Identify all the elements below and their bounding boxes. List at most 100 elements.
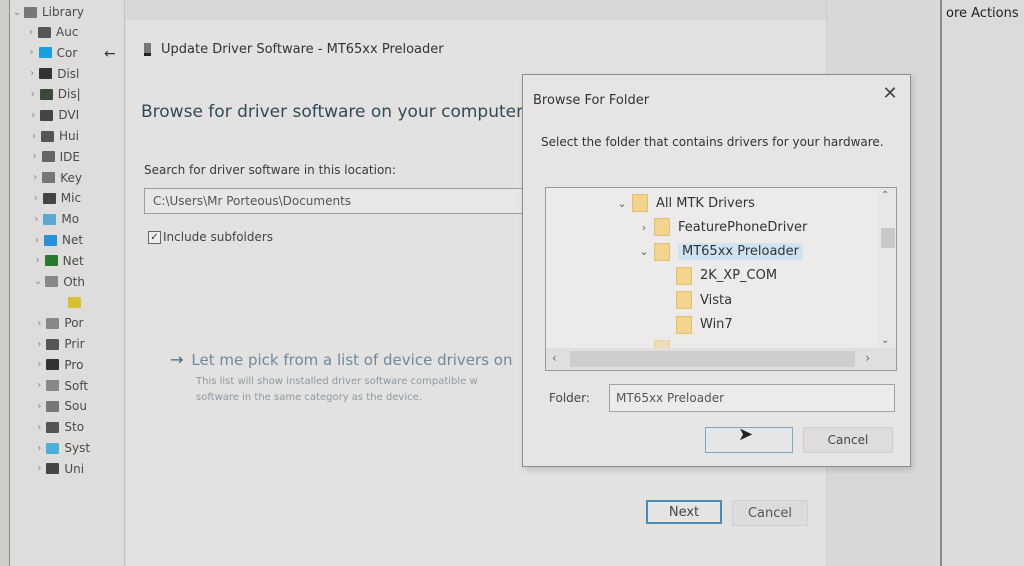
chevron-right-icon[interactable]: › — [25, 68, 39, 79]
processor-icon — [46, 359, 60, 371]
chevron-right-icon[interactable]: › — [27, 131, 41, 142]
tree-item[interactable]: › Soft — [32, 376, 88, 396]
tree-item[interactable]: › IDE — [28, 147, 80, 167]
dialog-instruction: Select the folder that contains drivers … — [541, 135, 884, 149]
folder-icon — [654, 218, 670, 237]
software-device-icon — [46, 380, 60, 392]
chevron-down-icon[interactable]: ⌄ — [31, 276, 45, 287]
tree-item[interactable]: › Dis| — [26, 84, 81, 104]
chevron-right-icon[interactable]: › — [634, 221, 654, 234]
tree-item[interactable]: › Net — [31, 251, 84, 271]
chevron-right-icon[interactable]: › — [32, 463, 46, 474]
search-location-label: Search for driver software in this locat… — [144, 163, 396, 177]
chevron-right-icon[interactable]: › — [28, 151, 42, 162]
chevron-right-icon[interactable]: › — [31, 255, 45, 266]
device-manager-tree: ⌄ Library › Auc › Cor › Disl › Dis| › DVI › Hui › IDE… — [10, 0, 125, 566]
scroll-left-icon[interactable]: ‹ — [552, 351, 557, 365]
chevron-down-icon[interactable]: ⌄ — [634, 245, 654, 258]
chevron-right-icon[interactable]: › — [25, 47, 39, 58]
vertical-scrollbar[interactable]: ⌃ ⌄ — [878, 188, 896, 348]
tree-item[interactable]: › Disl — [25, 64, 79, 84]
scrollbar-thumb[interactable] — [881, 228, 895, 248]
tree-item-label: Hui — [59, 129, 79, 143]
chevron-right-icon[interactable]: › — [32, 443, 46, 454]
tree-item[interactable]: ⌄ Oth — [31, 272, 85, 292]
chevron-right-icon[interactable]: › — [24, 27, 38, 38]
chevron-right-icon[interactable]: › — [32, 359, 46, 370]
more-actions-label[interactable]: ore Actions — [946, 6, 1019, 21]
chevron-right-icon[interactable]: › — [29, 193, 43, 204]
tree-item[interactable]: › Net — [30, 230, 83, 250]
chevron-right-icon[interactable]: › — [30, 235, 44, 246]
chevron-down-icon[interactable]: ⌄ — [612, 197, 632, 210]
folder-tree-item[interactable]: Vista — [656, 289, 732, 311]
tree-item[interactable]: › Key — [28, 168, 82, 188]
chevron-right-icon[interactable]: › — [32, 401, 46, 412]
other-devices-icon — [45, 276, 59, 288]
tree-item-label: Syst — [64, 441, 91, 455]
checkbox-checked-icon[interactable]: ✓ — [148, 230, 161, 244]
chevron-right-icon[interactable]: › — [26, 89, 40, 100]
include-subfolders-checkbox[interactable]: ✓ Include subfolders — [148, 230, 273, 244]
network-icon — [44, 255, 58, 267]
chevron-right-icon[interactable]: › — [28, 172, 42, 183]
storage-icon — [46, 421, 60, 433]
folder-input[interactable] — [609, 384, 895, 412]
hid-icon — [41, 130, 54, 142]
tree-item[interactable]: › Mic — [29, 188, 81, 208]
tree-item[interactable]: › Mo — [29, 209, 79, 229]
folder-tree[interactable]: ⌄ All MTK Drivers › FeaturePhoneDriver ⌄ MT65… — [545, 187, 897, 371]
search-location-input[interactable] — [144, 188, 534, 214]
scroll-down-icon[interactable]: ⌄ — [881, 335, 889, 346]
tree-item[interactable]: › Sou — [32, 396, 87, 416]
pick-from-list-link[interactable]: → Let me pick from a list of device driv… — [170, 350, 512, 369]
tree-item[interactable]: › Syst — [32, 438, 90, 458]
chevron-right-icon[interactable]: › — [32, 318, 46, 329]
tree-item-label: Sou — [64, 399, 87, 414]
close-icon[interactable]: ✕ — [878, 81, 902, 105]
chevron-right-icon[interactable]: › — [29, 214, 43, 225]
tree-item[interactable]: › DVI — [26, 105, 79, 125]
folder-tree-item[interactable]: 2K_XP_COM — [656, 265, 777, 287]
folder-tree-item[interactable]: ⌄ All MTK Drivers — [612, 192, 755, 214]
tree-item[interactable]: › Por — [32, 313, 83, 333]
next-button[interactable]: Next — [646, 500, 722, 524]
horizontal-scrollbar[interactable]: ‹ › — [546, 348, 896, 370]
printer-icon — [46, 338, 60, 350]
device-icon — [144, 43, 151, 56]
system-device-icon — [46, 442, 60, 454]
tree-item[interactable] — [54, 292, 86, 312]
tree-item[interactable]: › Hui — [27, 126, 79, 146]
folder-tree-item[interactable]: ⌄ MT65xx Preloader — [634, 241, 804, 263]
folder-tree-item[interactable]: Win7 — [656, 314, 733, 336]
dialog-cancel-button[interactable]: Cancel — [803, 427, 893, 453]
ide-controller-icon — [41, 151, 55, 163]
chevron-right-icon[interactable]: › — [32, 339, 46, 350]
tree-item[interactable]: › Cor — [25, 43, 78, 63]
folder-tree-item[interactable]: › FeaturePhoneDriver — [634, 216, 807, 238]
scroll-right-icon[interactable]: › — [865, 351, 870, 365]
tree-item[interactable]: › Uni — [32, 459, 84, 479]
chevron-right-icon[interactable]: › — [32, 380, 46, 391]
dvd-drive-icon — [40, 109, 54, 121]
chevron-down-icon[interactable]: ⌄ — [10, 7, 24, 18]
keyboard-icon — [42, 172, 56, 184]
tree-item-label: Por — [64, 316, 84, 331]
mouse-icon — [42, 192, 56, 204]
chevron-up-icon[interactable]: ⌃ — [806, 0, 818, 10]
tree-item[interactable]: › Prir — [32, 334, 84, 354]
tree-item[interactable]: › Pro — [32, 355, 83, 375]
tree-root-library[interactable]: ⌄ Library — [10, 2, 84, 22]
chevron-right-icon[interactable]: › — [26, 110, 40, 121]
pick-from-list-label[interactable]: Let me pick from a list of device driver… — [191, 351, 512, 369]
scrollbar-thumb[interactable] — [570, 351, 855, 367]
tree-item[interactable]: › Sto — [32, 417, 84, 437]
scroll-up-icon[interactable]: ⌃ — [881, 190, 889, 201]
chevron-right-icon[interactable]: › — [32, 422, 46, 433]
tree-item-label: Net — [62, 233, 84, 247]
tree-item-label: Oth — [63, 274, 85, 289]
tree-root-label: Library — [42, 5, 84, 19]
cancel-button[interactable]: Cancel — [732, 500, 808, 526]
folder-icon — [676, 266, 692, 285]
tree-item[interactable]: › Auc — [24, 22, 78, 42]
